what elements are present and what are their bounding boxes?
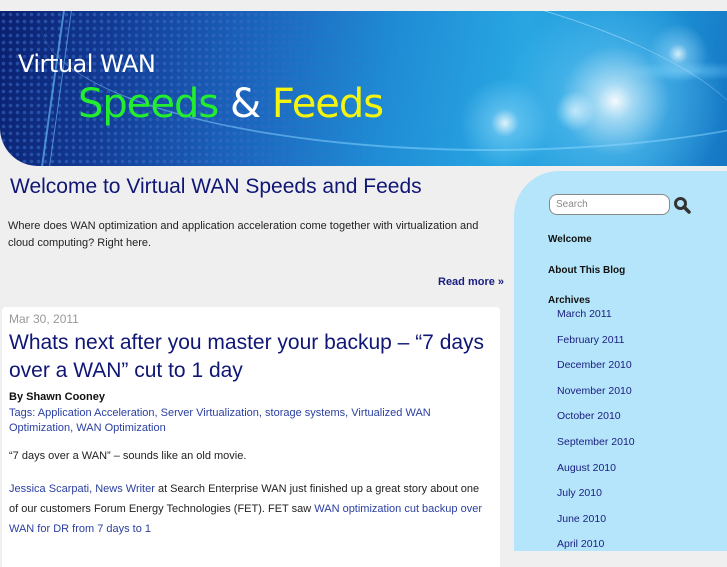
tag-link[interactable]: Application Acceleration (38, 407, 155, 419)
search-form (549, 194, 691, 215)
post-date: Mar 30, 2011 (9, 312, 79, 326)
sidebar-link-about[interactable]: About This Blog (548, 265, 625, 276)
logo-line2: Speeds & Feeds (78, 81, 384, 127)
site-header-banner[interactable]: Virtual WAN Speeds & Feeds (0, 11, 727, 166)
post-tags: Tags: Application Acceleration, Server V… (9, 407, 431, 434)
post-paragraph: Jessica Scarpati, News Writer at Search … (9, 479, 489, 539)
archive-link[interactable]: November 2010 (557, 385, 632, 397)
archive-link[interactable]: April 2010 (557, 538, 604, 550)
blog-post: Mar 30, 2011 Whats next after you master… (2, 307, 500, 567)
post-intro: “7 days over a WAN” – sounds like an old… (9, 450, 247, 462)
archive-link[interactable]: March 2011 (557, 308, 612, 320)
logo-feeds: Feeds (271, 81, 384, 127)
search-input[interactable] (549, 194, 670, 215)
logo-ampersand: & (229, 81, 261, 127)
archive-link[interactable]: June 2010 (557, 513, 606, 525)
tag-link[interactable]: WAN Optimization (76, 422, 165, 434)
banner-decoration (40, 11, 727, 151)
logo-speeds: Speeds (78, 81, 219, 127)
welcome-title-link[interactable]: Welcome to Virtual WAN Speeds and Feeds (10, 175, 422, 199)
archive-link[interactable]: October 2010 (557, 410, 621, 422)
archive-link[interactable]: December 2010 (557, 359, 632, 371)
archive-link[interactable]: September 2010 (557, 436, 635, 448)
archive-link[interactable]: July 2010 (557, 487, 602, 499)
welcome-text: Where does WAN optimization and applicat… (8, 220, 479, 249)
archive-link[interactable]: August 2010 (557, 462, 616, 474)
read-more-link[interactable]: Read more » (438, 276, 504, 288)
post-title-link[interactable]: Whats next after you master your backup … (9, 329, 489, 385)
search-icon[interactable] (673, 196, 691, 214)
logo-line1: Virtual WAN (18, 50, 156, 78)
sidebar: Welcome About This Blog Archives March 2… (514, 171, 727, 551)
banner-decoration (49, 11, 72, 166)
banner-decoration (41, 11, 65, 166)
tags-label: Tags: (9, 407, 38, 419)
archive-link[interactable]: February 2011 (557, 334, 625, 346)
post-author: By Shawn Cooney (9, 391, 105, 403)
sidebar-link-welcome[interactable]: Welcome (548, 234, 592, 245)
tag-link[interactable]: storage systems (265, 407, 345, 419)
author-source-link[interactable]: Jessica Scarpati, News Writer (9, 483, 155, 495)
archives-list: March 2011 February 2011 December 2010 N… (557, 308, 635, 564)
tag-link[interactable]: Server Virtualization (161, 407, 259, 419)
archives-heading: Archives (548, 295, 591, 306)
